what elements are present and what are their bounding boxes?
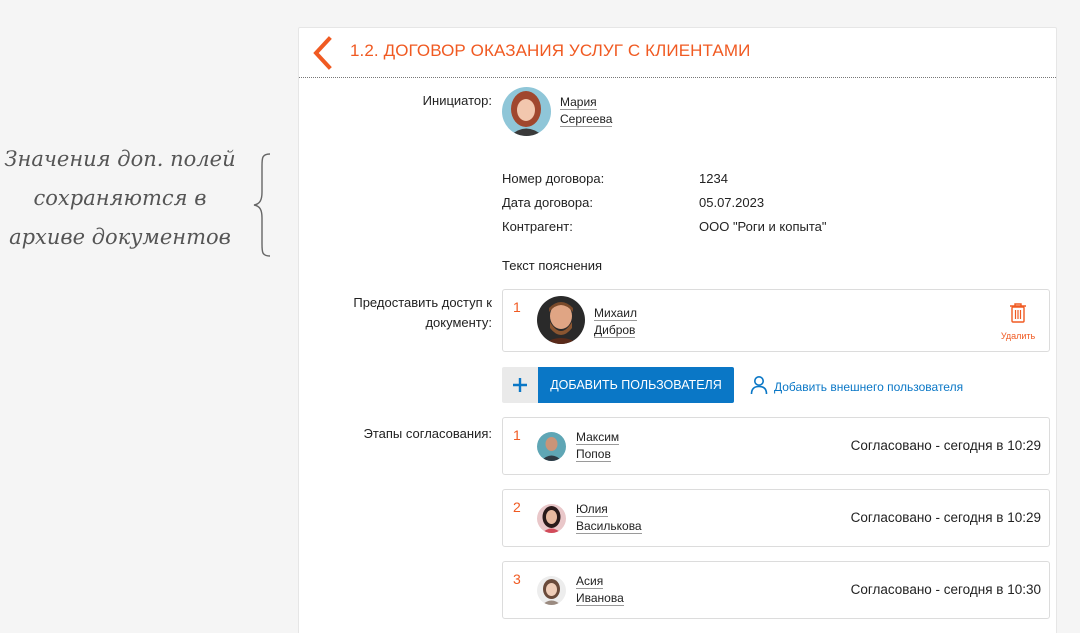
last-name[interactable]: Дибров bbox=[594, 323, 636, 338]
row-number: 1 bbox=[513, 299, 521, 315]
approval-stage-row: 1 Максим Попов Согласовано - сегодня в 1… bbox=[502, 417, 1050, 475]
last-name[interactable]: Сергеева bbox=[560, 112, 613, 127]
avatar bbox=[537, 576, 566, 605]
delete-button[interactable]: Удалить bbox=[998, 302, 1038, 341]
first-name[interactable]: Михаил bbox=[594, 306, 637, 321]
back-arrow-icon[interactable] bbox=[309, 36, 335, 70]
document-header: 1.2. ДОГОВОР ОКАЗАНИЯ УСЛУГ С КЛИЕНТАМИ bbox=[299, 28, 1056, 78]
field-value: ООО "Роги и копыта" bbox=[699, 219, 827, 234]
avatar bbox=[537, 432, 566, 461]
annotation-line: Значения доп. полей bbox=[4, 147, 236, 171]
access-user-name[interactable]: Михаил Дибров bbox=[594, 306, 637, 340]
add-plus-button[interactable] bbox=[502, 367, 538, 403]
explanation-text: Текст пояснения bbox=[502, 258, 603, 273]
approval-stage-row: 3 Асия Иванова Согласовано - сегодня в 1… bbox=[502, 561, 1050, 619]
document-card: 1.2. ДОГОВОР ОКАЗАНИЯ УСЛУГ С КЛИЕНТАМИ … bbox=[298, 27, 1057, 633]
page-title: 1.2. ДОГОВОР ОКАЗАНИЯ УСЛУГ С КЛИЕНТАМИ bbox=[350, 41, 751, 60]
annotation-line: архиве документов bbox=[9, 225, 231, 249]
approver-name[interactable]: Юлия Василькова bbox=[576, 502, 642, 536]
row-number: 2 bbox=[513, 499, 521, 515]
last-name[interactable]: Попов bbox=[576, 447, 611, 462]
access-label-line: Предоставить доступ к bbox=[353, 295, 492, 310]
field-label: Номер договора: bbox=[502, 171, 605, 186]
field-value: 05.07.2023 bbox=[699, 195, 765, 210]
avatar bbox=[537, 504, 566, 533]
first-name[interactable]: Максим bbox=[576, 430, 620, 445]
avatar bbox=[502, 87, 551, 136]
trash-icon bbox=[1010, 303, 1026, 323]
field-value: 1234 bbox=[699, 171, 728, 186]
user-outline-icon bbox=[750, 376, 768, 395]
approval-label: Этапы согласования: bbox=[363, 426, 492, 441]
approver-name[interactable]: Максим Попов bbox=[576, 430, 620, 464]
last-name[interactable]: Василькова bbox=[576, 519, 642, 534]
plus-icon bbox=[513, 378, 527, 392]
side-annotation: Значения доп. полей сохраняются в архиве… bbox=[0, 140, 240, 257]
first-name[interactable]: Юлия bbox=[576, 502, 608, 517]
row-number: 3 bbox=[513, 571, 521, 587]
annotation-line: сохраняются в bbox=[33, 186, 207, 210]
field-label: Дата договора: bbox=[502, 195, 593, 210]
add-external-user-label[interactable]: Добавить внешнего пользователя bbox=[774, 380, 963, 394]
row-number: 1 bbox=[513, 427, 521, 443]
access-label-line: документу: bbox=[425, 315, 492, 330]
initiator-label: Инициатор: bbox=[422, 93, 492, 108]
access-label: Предоставить доступ к документу: bbox=[319, 293, 492, 333]
first-name[interactable]: Мария bbox=[560, 95, 597, 110]
avatar bbox=[537, 296, 585, 344]
curly-brace-icon bbox=[253, 153, 271, 257]
initiator-name[interactable]: Мария Сергеева bbox=[560, 95, 613, 129]
last-name[interactable]: Иванова bbox=[576, 591, 624, 606]
approval-status: Согласовано - сегодня в 10:29 bbox=[850, 510, 1041, 525]
approver-name[interactable]: Асия Иванова bbox=[576, 574, 624, 608]
delete-label: Удалить bbox=[1000, 331, 1036, 341]
approval-status: Согласовано - сегодня в 10:29 bbox=[850, 438, 1041, 453]
approval-stage-row: 2 Юлия Василькова Согласовано - сегодня … bbox=[502, 489, 1050, 547]
approval-status: Согласовано - сегодня в 10:30 bbox=[850, 582, 1041, 597]
add-user-button[interactable]: ДОБАВИТЬ ПОЛЬЗОВАТЕЛЯ bbox=[538, 367, 734, 403]
access-user-row: 1 Михаил Дибров Удалить bbox=[502, 289, 1050, 352]
first-name[interactable]: Асия bbox=[576, 574, 604, 589]
field-label: Контрагент: bbox=[502, 219, 573, 234]
